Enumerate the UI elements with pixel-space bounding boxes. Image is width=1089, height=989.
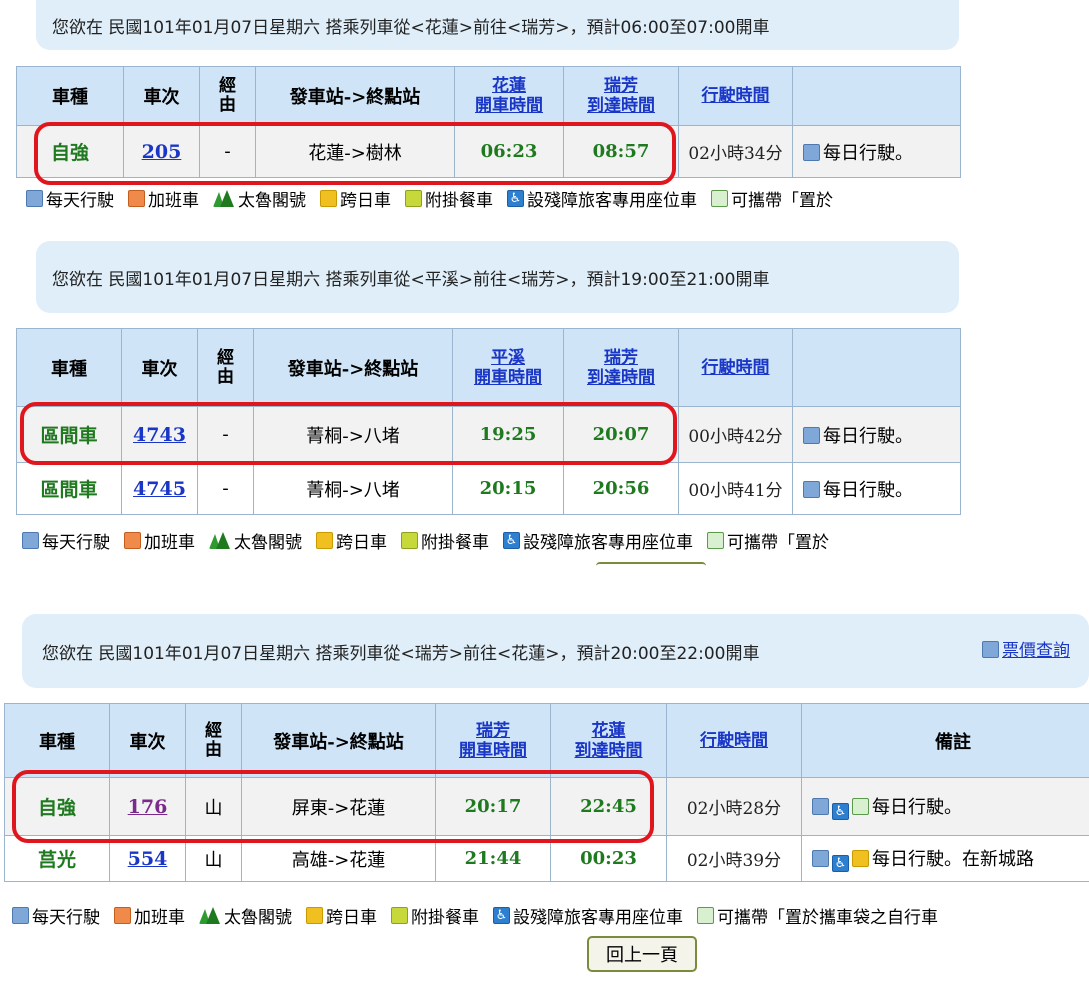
query-summary-1: 您欲在 民國101年01月07日星期六 搭乘列車從<花蓮>前往<瑞芳>，預計06…	[36, 0, 959, 50]
dining-car-icon	[401, 532, 418, 549]
highlight-box	[20, 402, 677, 465]
arrival-time: 20:56	[592, 478, 650, 499]
daily-icon	[803, 426, 820, 444]
train-type: 莒光	[37, 849, 76, 871]
legend-3: 每天行駛 加班車 太魯閣號 跨日車 附掛餐車 ♿ 設殘障旅客專用座位車 可攜帶「置…	[12, 903, 1089, 928]
fare-icon	[982, 641, 999, 658]
col-header-no: 車次	[121, 328, 198, 407]
col-header-note	[792, 66, 961, 126]
col-header-type: 車種	[4, 703, 110, 778]
query-text: 您欲在 民國101年01月07日星期六 搭乘列車從<瑞芳>前往<花蓮>，預計20…	[42, 643, 760, 664]
col-header-duration[interactable]: 行駛時間	[678, 328, 793, 407]
duration: 02小時34分	[688, 144, 783, 164]
highlight-box	[12, 770, 654, 843]
note: ♿ 每日行駛。	[801, 777, 1089, 836]
overnight-icon	[320, 190, 337, 207]
bike-icon	[697, 907, 714, 924]
overnight-icon	[306, 907, 323, 924]
note: 每日行駛。	[792, 406, 961, 463]
table-row: 區間車 4745 - 菁桐->八堵 20:15 20:56 00小時41分 每日…	[16, 462, 961, 515]
col-header-route: 發車站->終點站	[241, 703, 436, 778]
extra-train-icon	[124, 532, 141, 549]
taroko-icon	[199, 907, 220, 924]
col-header-type: 車種	[16, 328, 122, 407]
partial-button-edge	[596, 562, 706, 568]
daily-icon	[803, 143, 820, 161]
col-header-route: 發車站->終點站	[253, 328, 453, 407]
train-number-link[interactable]: 4745	[133, 478, 186, 500]
query-text: 您欲在 民國101年01月07日星期六 搭乘列車從<花蓮>前往<瑞芳>，預計06…	[52, 17, 770, 38]
accessible-icon: ♿	[832, 803, 849, 820]
highlight-box	[34, 122, 676, 185]
ticket-price-link[interactable]: 票價查詢	[982, 636, 1070, 661]
note: 每日行駛。	[792, 462, 961, 515]
legend-1: 每天行駛 加班車 太魯閣號 跨日車 附掛餐車 ♿ 設殘障旅客專用座位車 可攜帶「置…	[26, 186, 960, 211]
departure-time: 21:44	[464, 848, 522, 869]
col-header-departure[interactable]: 瑞芳 開車時間	[435, 703, 551, 778]
duration: 02小時39分	[686, 851, 782, 871]
query-text: 您欲在 民國101年01月07日星期六 搭乘列車從<平溪>前往<瑞芳>，預計19…	[52, 269, 770, 290]
extra-train-icon	[128, 190, 145, 207]
col-header-departure[interactable]: 平溪 開車時間	[452, 328, 564, 407]
duration: 02小時28分	[686, 799, 782, 819]
col-header-note	[792, 328, 961, 407]
taroko-icon	[209, 532, 230, 549]
col-header-arrival[interactable]: 花蓮 到達時間	[550, 703, 667, 778]
back-button[interactable]: 回上一頁	[587, 936, 697, 972]
bike-icon	[707, 532, 724, 549]
dining-car-icon	[391, 907, 408, 924]
col-header-via: 經由	[197, 328, 254, 407]
col-header-via: 經由	[199, 66, 256, 126]
departure-time: 20:15	[479, 478, 537, 499]
query-summary-3: 您欲在 民國101年01月07日星期六 搭乘列車從<瑞芳>前往<花蓮>，預計20…	[22, 614, 1089, 688]
accessible-icon: ♿	[832, 855, 849, 872]
note: ♿ 每日行駛。在新城路	[801, 835, 1089, 882]
legend-2: 每天行駛 加班車 太魯閣號 跨日車 附掛餐車 ♿ 設殘障旅客專用座位車 可攜帶「置…	[22, 528, 960, 553]
daily-icon	[12, 907, 29, 924]
col-header-duration[interactable]: 行駛時間	[678, 66, 793, 126]
via: -	[197, 462, 254, 515]
accessible-icon: ♿	[503, 532, 520, 549]
daily-icon	[812, 850, 829, 867]
accessible-icon: ♿	[507, 190, 524, 207]
extra-train-icon	[114, 907, 131, 924]
taroko-icon	[213, 190, 234, 207]
daily-icon	[26, 190, 43, 207]
arrival-time: 00:23	[580, 848, 637, 869]
duration: 00小時41分	[688, 481, 783, 501]
daily-icon	[803, 480, 820, 498]
col-header-route: 發車站->終點站	[255, 66, 455, 126]
query-summary-2: 您欲在 民國101年01月07日星期六 搭乘列車從<平溪>前往<瑞芳>，預計19…	[36, 241, 959, 313]
accessible-icon: ♿	[493, 907, 510, 924]
col-header-note: 備註	[801, 703, 1089, 778]
overnight-icon	[316, 532, 333, 549]
col-header-no: 車次	[109, 703, 186, 778]
col-header-no: 車次	[123, 66, 200, 126]
col-header-type: 車種	[16, 66, 124, 126]
col-header-via: 經由	[185, 703, 242, 778]
daily-icon	[812, 798, 829, 815]
bike-icon	[711, 190, 728, 207]
duration: 00小時42分	[688, 427, 783, 447]
col-header-arrival[interactable]: 瑞芳 到達時間	[563, 328, 679, 407]
col-header-departure[interactable]: 花蓮 開車時間	[454, 66, 564, 126]
train-type: 區間車	[40, 479, 98, 501]
daily-icon	[22, 532, 39, 549]
note: 每日行駛。	[792, 125, 961, 178]
col-header-arrival[interactable]: 瑞芳 到達時間	[563, 66, 679, 126]
route: 菁桐->八堵	[253, 462, 453, 515]
overnight-icon	[852, 850, 869, 867]
bike-icon	[852, 798, 869, 815]
col-header-duration[interactable]: 行駛時間	[666, 703, 802, 778]
train-number-link[interactable]: 554	[128, 848, 168, 870]
dining-car-icon	[405, 190, 422, 207]
